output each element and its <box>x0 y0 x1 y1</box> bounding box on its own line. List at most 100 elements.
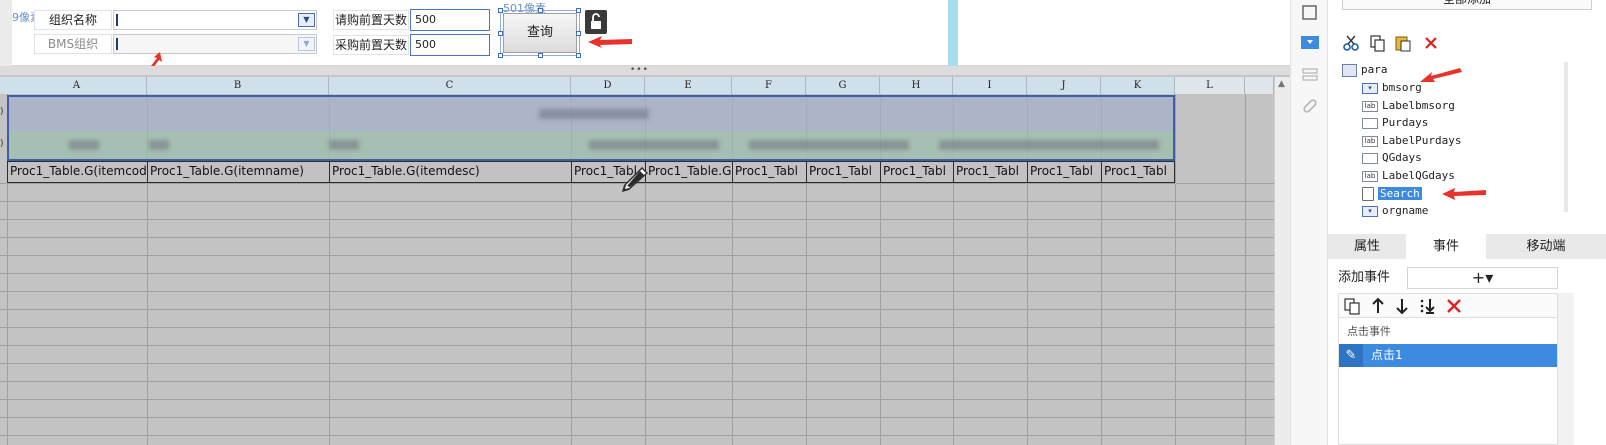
column-header[interactable]: L <box>1175 77 1245 94</box>
splitter-grip[interactable]: ••• <box>630 66 649 75</box>
move-down-icon[interactable] <box>1393 297 1411 315</box>
grid-cell[interactable]: Proc1_Tabl <box>881 162 954 183</box>
canvas-edge-guide <box>948 0 958 66</box>
resize-handle[interactable] <box>576 31 581 36</box>
org-name-label: 组织名称 <box>34 10 112 30</box>
resize-handle[interactable] <box>538 53 543 58</box>
column-header[interactable]: C <box>329 77 571 94</box>
column-header[interactable]: A <box>7 77 147 94</box>
column-header[interactable]: B <box>147 77 329 94</box>
resize-handle[interactable] <box>576 8 581 13</box>
tool-strip <box>1290 0 1328 445</box>
edit-icon[interactable]: ✎ <box>1339 344 1363 367</box>
column-header[interactable]: E <box>645 77 732 94</box>
spreadsheet-grid[interactable]: A B C D E F G H I J K L)) Proc1_Table.… <box>0 77 1274 445</box>
tab-properties[interactable]: 属性 <box>1328 234 1406 259</box>
column-header[interactable]: G <box>806 77 880 94</box>
layer-icon[interactable] <box>1300 66 1320 84</box>
grid-cell[interactable]: Proc1_Tabl <box>807 162 881 183</box>
pencil-cursor-icon <box>622 167 648 192</box>
tree-node-labelbmsorg[interactable]: lab Labelbmsorg <box>1362 98 1455 114</box>
parameter-canvas[interactable]: 9像素 501像素 组织名称 ▼ BMS组织 ▼ 请购前置天数 500 采购前置… <box>12 0 1290 68</box>
grid-cell[interactable]: Proc1_Tabl <box>954 162 1028 183</box>
grid-cell[interactable]: Proc1_Table.G( <box>646 162 733 183</box>
bms-org-combobox[interactable]: ▼ <box>113 34 317 54</box>
paste-icon[interactable] <box>1394 34 1412 52</box>
tree-node-labelqgdays[interactable]: lab LabelQGdays <box>1362 168 1455 184</box>
tree-node-label: LabelQGdays <box>1382 169 1455 182</box>
combobox-icon: ▾ <box>1362 82 1378 94</box>
grid-vertical-scrollbar[interactable]: ▲ <box>1274 77 1290 445</box>
copy-icon[interactable] <box>1368 34 1386 52</box>
grid-cell[interactable]: Proc1_Tabl <box>1028 162 1102 183</box>
grid-cell[interactable]: Proc1_Table.G(itemcode <box>8 162 148 183</box>
panel-splitter[interactable]: ••• <box>0 66 1290 76</box>
scroll-up-icon[interactable]: ▲ <box>1278 79 1285 89</box>
grid-cell[interactable]: Proc1_Tabl <box>733 162 807 183</box>
chevron-down-icon[interactable]: ▼ <box>298 13 315 27</box>
delete-event-icon[interactable] <box>1445 297 1463 315</box>
column-header[interactable]: J <box>1027 77 1101 94</box>
tree-node-purdays[interactable]: Purdays <box>1362 115 1428 131</box>
search-button-selection: 查询 <box>498 8 581 58</box>
grid-line <box>0 273 1274 274</box>
purchase-days-label: 采购前置天数 <box>333 35 409 55</box>
tree-node-orgname[interactable]: ▾ orgname <box>1362 203 1428 219</box>
blurred-text <box>329 140 359 150</box>
combobox-tool-icon[interactable] <box>1300 34 1320 52</box>
resize-handle[interactable] <box>498 8 503 13</box>
copy-event-icon[interactable] <box>1343 297 1361 315</box>
text-caret <box>116 38 118 50</box>
search-button[interactable]: 查询 <box>503 13 577 53</box>
column-header[interactable]: I <box>953 77 1027 94</box>
column-header[interactable]: D <box>571 77 645 94</box>
title-row[interactable] <box>9 97 1173 131</box>
event-item-label: 点击1 <box>1371 348 1403 362</box>
column-header[interactable]: F <box>732 77 806 94</box>
resize-handle[interactable] <box>498 31 503 36</box>
annotation-arrow-icon <box>1442 188 1486 200</box>
tree-scrollbar[interactable] <box>1564 62 1568 212</box>
grid-cell[interactable]: Proc1_Table.G(itemname) <box>148 162 330 183</box>
column-header[interactable]: H <box>880 77 953 94</box>
resize-handle[interactable] <box>576 53 581 58</box>
grid-cell[interactable]: Proc1_Tabl <box>1102 162 1175 183</box>
subtitle-row[interactable] <box>9 131 1173 159</box>
parameter-panel: 9像素 501像素 组织名称 ▼ BMS组织 ▼ 请购前置天数 500 采购前置… <box>0 0 1290 68</box>
frame-icon[interactable] <box>1300 4 1320 22</box>
resize-handle[interactable] <box>498 53 503 58</box>
delete-icon[interactable] <box>1422 34 1440 52</box>
move-bottom-icon[interactable] <box>1419 297 1437 315</box>
grid-line <box>0 435 1274 436</box>
resize-handle[interactable] <box>538 8 543 13</box>
event-item[interactable]: ✎ 点击1 <box>1339 344 1557 367</box>
lock-button[interactable] <box>585 10 607 34</box>
chevron-down-icon[interactable]: ▼ <box>298 37 315 51</box>
selected-title-range[interactable] <box>7 95 1175 161</box>
link-icon[interactable] <box>1300 96 1320 114</box>
cut-icon[interactable] <box>1342 34 1360 52</box>
tree-node-qgdays[interactable]: QGdays <box>1362 150 1422 166</box>
grid-line <box>0 327 1274 328</box>
tree-node-search[interactable]: Search <box>1362 186 1422 202</box>
unlock-icon <box>591 13 601 29</box>
panel-tabs: 属性 事件 移动端 <box>1328 234 1606 259</box>
event-panel-scrollbar[interactable] <box>1558 293 1574 445</box>
add-all-button[interactable]: 全部添加 <box>1342 0 1592 10</box>
grid-cell[interactable]: Proc1_Table.G(itemdesc) <box>330 162 572 183</box>
tree-node-labelpurdays[interactable]: lab LabelPurdays <box>1362 133 1461 149</box>
move-up-icon[interactable] <box>1369 297 1387 315</box>
purchase-request-days-input[interactable]: 500 <box>410 9 490 31</box>
tree-node-para[interactable]: para <box>1342 62 1388 78</box>
blurred-text <box>149 140 169 150</box>
tree-node-label: LabelPurdays <box>1382 134 1462 147</box>
column-header[interactable]: K <box>1101 77 1175 94</box>
grid-line <box>0 201 1274 202</box>
add-event-dropdown[interactable]: +▾ <box>1407 267 1558 289</box>
text-caret <box>116 14 118 26</box>
purchase-days-input[interactable]: 500 <box>410 34 490 56</box>
tree-node-bmsorg[interactable]: ▾ bmsorg <box>1362 80 1422 96</box>
tab-mobile[interactable]: 移动端 <box>1486 234 1606 259</box>
org-name-combobox[interactable]: ▼ <box>113 10 317 30</box>
tab-events[interactable]: 事件 <box>1406 234 1486 259</box>
